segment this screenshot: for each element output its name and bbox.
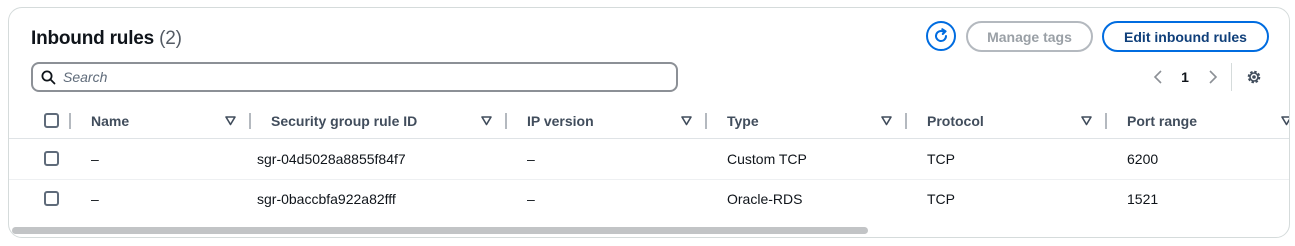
column-separator xyxy=(705,113,707,129)
column-header-name[interactable]: Name xyxy=(91,104,129,138)
cell-protocol: TCP xyxy=(927,191,955,207)
refresh-icon xyxy=(935,28,948,42)
column-header-rule-id[interactable]: Security group rule ID xyxy=(271,104,417,138)
column-separator xyxy=(249,113,251,129)
column-header-port-range[interactable]: Port range xyxy=(1127,104,1197,138)
next-page-button[interactable] xyxy=(1204,64,1222,90)
cell-protocol: TCP xyxy=(927,151,955,167)
column-separator xyxy=(905,113,907,129)
table-row[interactable]: – sgr-0baccbfa922a82fff – Oracle-RDS TCP… xyxy=(9,179,1289,219)
row-checkbox[interactable] xyxy=(44,151,59,166)
cell-name: – xyxy=(91,151,99,167)
search-input[interactable] xyxy=(63,65,676,89)
horizontal-scrollbar[interactable] xyxy=(9,225,1289,235)
rule-count: (2) xyxy=(159,28,182,49)
cell-type: Custom TCP xyxy=(727,151,807,167)
row-checkbox[interactable] xyxy=(44,191,59,206)
cell-rule-id: sgr-0baccbfa922a82fff xyxy=(257,191,396,207)
cell-port-range: 6200 xyxy=(1127,151,1159,167)
sort-icon[interactable] xyxy=(681,116,692,126)
pager-divider xyxy=(1231,63,1232,91)
table-row[interactable]: – sgr-04d5028a8855f84f7 – Custom TCP TCP… xyxy=(9,139,1289,180)
cell-port-range: 1521 xyxy=(1127,191,1159,207)
chevron-right-icon xyxy=(1209,70,1218,84)
settings-button[interactable] xyxy=(1243,66,1265,88)
cell-type: Oracle-RDS xyxy=(727,191,803,207)
column-separator xyxy=(1105,113,1107,129)
cell-ip-version: – xyxy=(527,151,535,167)
previous-page-button[interactable] xyxy=(1149,64,1167,90)
column-separator xyxy=(69,113,71,129)
sort-icon[interactable] xyxy=(881,116,892,126)
manage-tags-button[interactable]: Manage tags xyxy=(966,21,1093,52)
chevron-left-icon xyxy=(1153,70,1162,84)
column-header-type[interactable]: Type xyxy=(727,104,759,138)
inbound-rules-panel: Inbound rules (2) Manage tags Edit inbou… xyxy=(8,7,1290,238)
cell-rule-id: sgr-04d5028a8855f84f7 xyxy=(257,151,406,167)
column-header-protocol[interactable]: Protocol xyxy=(927,104,984,138)
select-all-checkbox[interactable] xyxy=(44,113,59,128)
cell-ip-version: – xyxy=(527,191,535,207)
settings-icon xyxy=(1247,70,1261,84)
search-icon xyxy=(33,70,63,85)
scrollbar-thumb[interactable] xyxy=(12,227,868,234)
search-box[interactable] xyxy=(31,62,678,92)
cell-name: – xyxy=(91,191,99,207)
table-header: Name Security group rule ID IP version T… xyxy=(9,104,1289,139)
column-separator xyxy=(505,113,507,129)
sort-icon[interactable] xyxy=(1081,116,1092,126)
column-header-ip-version[interactable]: IP version xyxy=(527,104,594,138)
refresh-button[interactable] xyxy=(926,21,956,51)
sort-icon[interactable] xyxy=(481,116,492,126)
page-number[interactable]: 1 xyxy=(1177,64,1193,90)
sort-icon[interactable] xyxy=(1281,116,1289,126)
edit-inbound-rules-button[interactable]: Edit inbound rules xyxy=(1102,21,1269,52)
sort-icon[interactable] xyxy=(225,116,236,126)
panel-title: Inbound rules (2) xyxy=(31,28,182,50)
panel-title-text: Inbound rules xyxy=(31,28,155,49)
